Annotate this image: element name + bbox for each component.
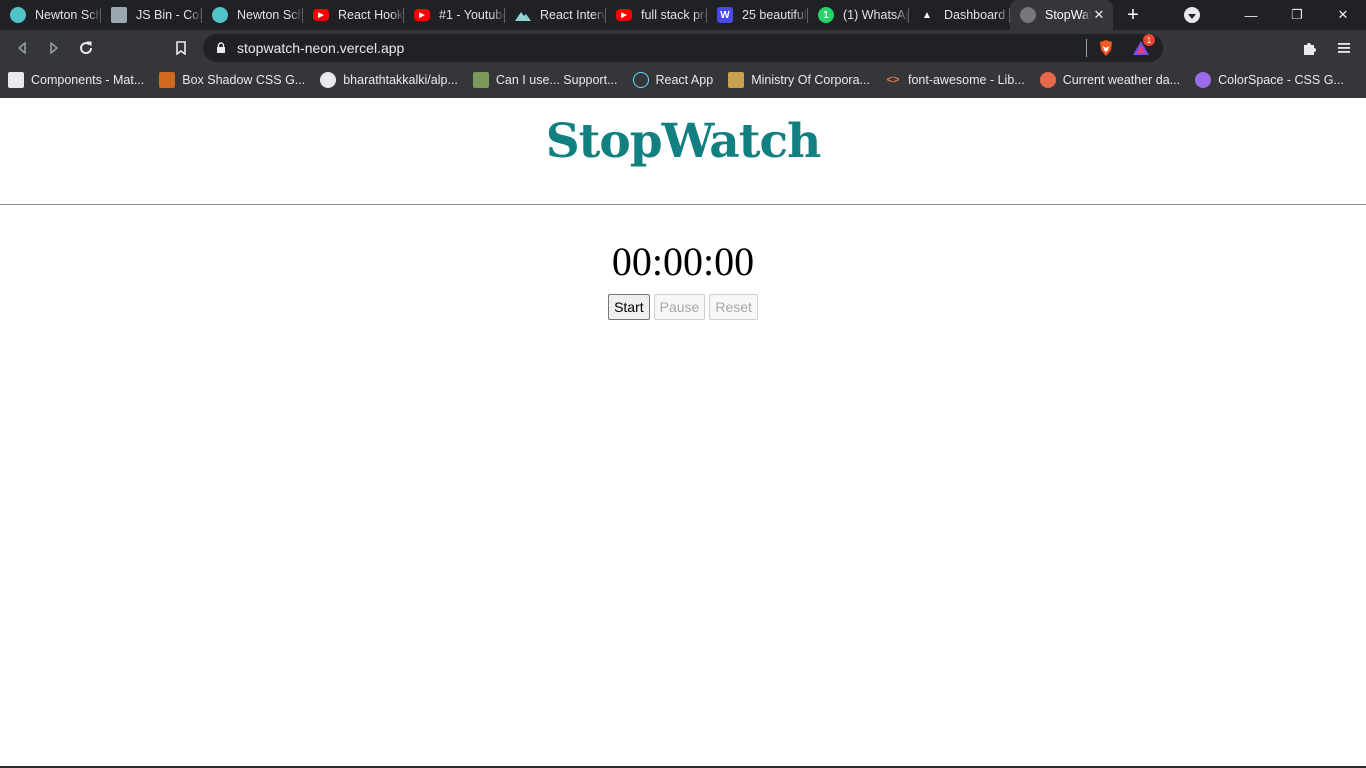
browser-tab[interactable]: ▲ Dashboard - Vercel (909, 0, 1010, 30)
youtube-icon: ▶ (616, 9, 632, 21)
start-button[interactable]: Start (608, 294, 650, 320)
mountain-icon (515, 7, 531, 23)
page-content: StopWatch 00:00:00 Start Pause Reset (0, 98, 1366, 766)
tab-label: (1) WhatsApp (843, 8, 909, 22)
address-bar[interactable]: stopwatch-neon.vercel.app 1 (203, 34, 1163, 62)
newton-icon (10, 7, 26, 23)
browser-tab[interactable]: 1 (1) WhatsApp (808, 0, 909, 30)
tab-label: React Hooks (338, 8, 404, 22)
bookmark-item[interactable]: ColorSpace - CSS G... (1195, 72, 1344, 88)
browser-tab[interactable]: Newton School (0, 0, 101, 30)
bookmark-item[interactable]: Current weather da... (1039, 72, 1181, 88)
browser-tab[interactable]: ▶ React Hooks (303, 0, 404, 30)
jsbin-icon (111, 7, 127, 23)
tab-label: full stack project (641, 8, 707, 22)
caniuse-icon (472, 72, 489, 88)
tab-search-icon[interactable] (1184, 7, 1200, 23)
material-icon (8, 72, 24, 88)
boxshadow-icon (159, 72, 176, 88)
extensions-icon[interactable] (1294, 32, 1326, 64)
bookmark-item[interactable]: Can I use... Support... (472, 72, 618, 88)
tab-label: Dashboard - Vercel (944, 8, 1010, 22)
bookmark-label: bharathtakkalki/alp... (343, 73, 458, 87)
bookmark-item[interactable]: Ministry Of Corpora... (728, 72, 870, 88)
tab-label: Newton School (237, 8, 303, 22)
browser-tab[interactable]: ▶ full stack project (606, 0, 707, 30)
react-icon (632, 72, 649, 88)
restore-button[interactable]: ❐ (1274, 0, 1320, 30)
forward-icon[interactable] (38, 32, 70, 64)
brave-shields-icon[interactable] (1097, 39, 1115, 57)
browser-tab[interactable]: W 25 beautiful (707, 0, 808, 30)
bookmark-icon[interactable] (165, 32, 197, 64)
new-tab-button[interactable]: + (1113, 0, 1153, 30)
tab-label: #1 - Youtube (439, 8, 505, 22)
tab-label: JS Bin - Collaborative (136, 8, 202, 22)
tab-label: 25 beautiful (742, 8, 807, 22)
bookmark-label: Current weather da... (1062, 73, 1181, 87)
pause-button[interactable]: Pause (653, 294, 706, 320)
bookmark-item[interactable]: React App (632, 72, 714, 88)
header-divider (0, 204, 1366, 205)
tab-label: React Interview (540, 8, 606, 22)
whatsapp-icon: 1 (818, 7, 834, 23)
bookmark-label: ColorSpace - CSS G... (1218, 73, 1344, 87)
browser-tab[interactable]: JS Bin - Collaborative (101, 0, 202, 30)
browser-toolbar: stopwatch-neon.vercel.app 1 (0, 30, 1366, 66)
bookmark-label: Can I use... Support... (495, 73, 618, 87)
bookmark-label: Ministry Of Corpora... (751, 73, 870, 87)
planet-icon (1195, 72, 1212, 88)
bookmarks-bar: Components - Mat... Box Shadow CSS G... bh… (0, 66, 1366, 94)
back-icon[interactable] (6, 32, 38, 64)
github-icon (320, 72, 337, 88)
youtube-icon: ▶ (414, 9, 430, 21)
emblem-icon (728, 72, 745, 88)
close-tab-icon[interactable]: ✕ (1091, 7, 1107, 23)
code-icon: <> (886, 74, 900, 86)
bookmark-label: Box Shadow CSS G... (182, 73, 306, 87)
newton-icon (212, 7, 228, 23)
brave-rewards-icon[interactable]: 1 (1131, 34, 1155, 58)
tab-strip: Newton School JS Bin - Collaborative Newto… (0, 0, 1366, 30)
menu-icon[interactable] (1328, 32, 1360, 64)
browser-tab[interactable]: Newton School (202, 0, 303, 30)
close-window-button[interactable]: ✕ (1320, 0, 1366, 30)
divider (1086, 39, 1087, 57)
browser-tab[interactable]: ▶ #1 - Youtube (404, 0, 505, 30)
bookmark-item[interactable]: bharathtakkalki/alp... (320, 72, 458, 88)
bookmark-item[interactable]: Box Shadow CSS G... (159, 72, 305, 88)
tab-label: StopWatch (1045, 8, 1091, 22)
vercel-icon: ▲ (919, 7, 935, 23)
stopwatch-controls: Start Pause Reset (0, 294, 1366, 320)
reset-button[interactable]: Reset (709, 294, 758, 320)
bookmark-item[interactable]: Components - Mat... (8, 72, 144, 88)
url-text: stopwatch-neon.vercel.app (237, 40, 405, 56)
globe-icon (1020, 7, 1036, 23)
window-controls: — ❐ ✕ (1184, 0, 1366, 30)
w-icon: W (717, 7, 733, 23)
bookmark-label: font-awesome - Lib... (907, 73, 1025, 87)
bookmark-item[interactable]: <> font-awesome - Lib... (885, 72, 1025, 88)
time-display: 00:00:00 (611, 239, 755, 284)
weather-icon (1039, 72, 1056, 88)
browser-tab[interactable]: React Interview (505, 0, 606, 30)
lock-icon (217, 42, 225, 53)
tab-list: Newton School JS Bin - Collaborative Newto… (0, 0, 1113, 30)
minimize-button[interactable]: — (1228, 0, 1274, 30)
bookmark-label: React App (655, 73, 714, 87)
reload-icon[interactable] (70, 32, 102, 64)
page-title: StopWatch (545, 114, 822, 169)
bookmark-label: Components - Mat... (31, 73, 145, 87)
tab-label: Newton School (35, 8, 101, 22)
youtube-icon: ▶ (313, 9, 329, 21)
browser-tab[interactable]: StopWatch✕ (1010, 0, 1113, 30)
rewards-badge: 1 (1143, 34, 1155, 46)
